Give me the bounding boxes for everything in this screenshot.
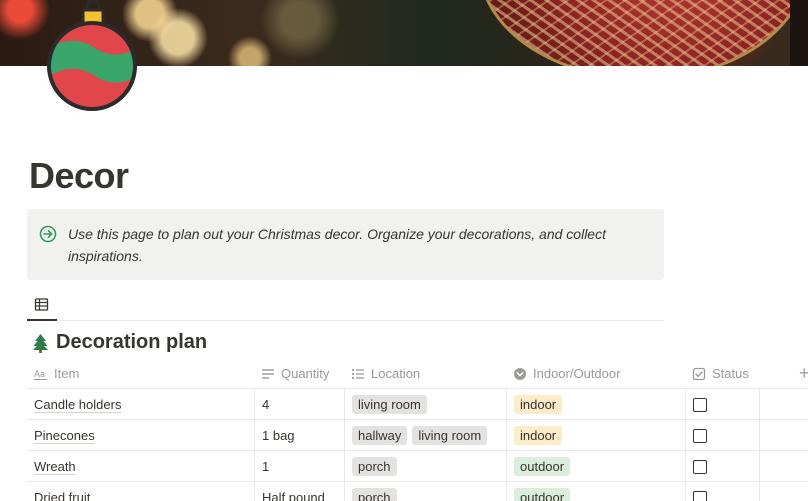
item-cell[interactable]: Candle holders xyxy=(27,389,254,420)
column-label: Item xyxy=(54,366,80,381)
status-cell xyxy=(685,420,759,451)
location-cell[interactable]: porch xyxy=(344,451,506,482)
status-checkbox[interactable] xyxy=(693,428,707,443)
indoor-outdoor-tag: outdoor xyxy=(514,457,571,476)
empty-cell xyxy=(759,420,808,451)
list-icon xyxy=(351,368,364,379)
checkbox-icon xyxy=(692,367,706,380)
location-cell[interactable]: living room xyxy=(344,389,506,420)
column-header-status[interactable]: Status xyxy=(685,358,759,389)
indoor-outdoor-tag: indoor xyxy=(514,426,563,445)
location-tag: hallway xyxy=(352,426,408,445)
status-cell xyxy=(685,482,759,501)
decoration-table: Aa Item Quantity Location Indoor/Outdoor… xyxy=(27,358,808,501)
indoor-outdoor-tag: indoor xyxy=(514,395,563,414)
status-checkbox[interactable] xyxy=(693,490,707,501)
quantity-cell[interactable]: 1 xyxy=(254,451,344,482)
quantity-cell[interactable]: 1 bag xyxy=(254,420,344,451)
select-chevron-icon xyxy=(514,367,526,380)
column-header-indoor-outdoor[interactable]: Indoor/Outdoor xyxy=(506,358,685,389)
indoor-outdoor-tag: outdoor xyxy=(514,488,571,501)
location-cell[interactable]: porch xyxy=(344,482,506,501)
item-cell[interactable]: Dried fruit xyxy=(27,482,254,501)
database-title-text: Decoration plan xyxy=(56,331,208,353)
callout[interactable]: Use this page to plan out your Christmas… xyxy=(27,209,664,280)
table-row[interactable]: Wreath 1 porch outdoor xyxy=(27,451,808,482)
callout-text[interactable]: Use this page to plan out your Christmas… xyxy=(68,223,648,267)
column-label: Status xyxy=(712,366,749,381)
location-cell[interactable]: hallway living room xyxy=(344,420,506,451)
svg-text:Aa: Aa xyxy=(34,369,45,379)
text-lines-icon xyxy=(262,368,274,379)
column-label: Indoor/Outdoor xyxy=(533,366,621,381)
empty-cell xyxy=(759,389,808,420)
column-label: Quantity xyxy=(281,366,330,381)
location-tag: porch xyxy=(352,488,397,501)
indoor-outdoor-cell[interactable]: outdoor xyxy=(506,482,685,501)
status-cell xyxy=(685,451,759,482)
quantity-cell[interactable]: Half pound xyxy=(254,482,344,501)
arrow-circle-right-icon[interactable] xyxy=(39,225,57,243)
ornament-icon[interactable] xyxy=(45,0,141,118)
ornament-photo xyxy=(478,0,808,66)
status-cell xyxy=(685,389,759,420)
location-tag: living room xyxy=(352,395,427,414)
empty-cell xyxy=(759,451,808,482)
database-title[interactable]: Decoration plan xyxy=(32,331,207,354)
table-row[interactable]: Dried fruit Half pound porch outdoor xyxy=(27,482,808,501)
location-tag: porch xyxy=(352,457,397,476)
status-checkbox[interactable] xyxy=(693,459,707,474)
add-column-button[interactable]: + xyxy=(799,363,808,384)
table-row[interactable]: Pinecones 1 bag hallway living room indo… xyxy=(27,420,808,451)
location-tag: living room xyxy=(412,426,488,445)
column-header-quantity[interactable]: Quantity xyxy=(254,358,344,389)
column-header-actions: + ··· xyxy=(759,358,808,389)
indoor-outdoor-cell[interactable]: indoor xyxy=(506,389,685,420)
column-header-location[interactable]: Location xyxy=(344,358,506,389)
table-icon xyxy=(34,298,49,311)
cover-edge xyxy=(790,0,808,66)
table-row[interactable]: Candle holders 4 living room indoor xyxy=(27,389,808,420)
item-cell[interactable]: Pinecones xyxy=(27,420,254,451)
item-cell[interactable]: Wreath xyxy=(27,451,254,482)
indoor-outdoor-cell[interactable]: outdoor xyxy=(506,451,685,482)
page-title[interactable]: Decor xyxy=(29,155,129,197)
indoor-outdoor-cell[interactable]: indoor xyxy=(506,420,685,451)
status-checkbox[interactable] xyxy=(693,397,707,412)
column-label: Location xyxy=(371,366,421,381)
quantity-cell[interactable]: 4 xyxy=(254,389,344,420)
view-tabs xyxy=(27,292,664,321)
column-header-item[interactable]: Aa Item xyxy=(27,358,254,389)
empty-cell xyxy=(759,482,808,501)
table-header: Aa Item Quantity Location Indoor/Outdoor… xyxy=(27,358,808,389)
christmas-tree-icon xyxy=(33,333,48,353)
title-aa-icon: Aa xyxy=(34,369,47,380)
tab-table-view[interactable] xyxy=(27,292,57,321)
